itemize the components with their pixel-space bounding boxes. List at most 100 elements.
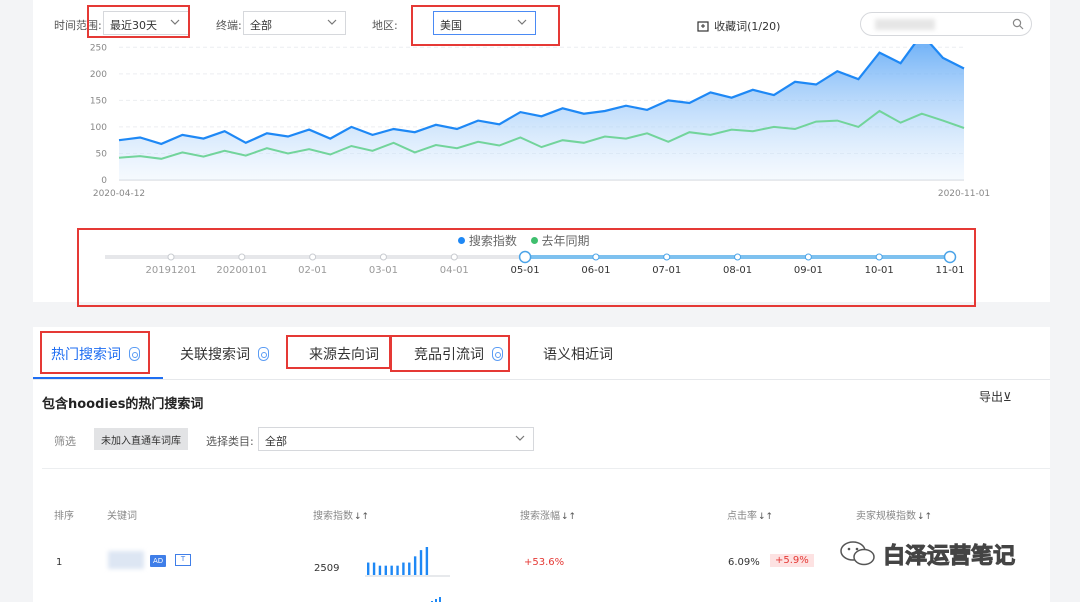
search-input[interactable] bbox=[860, 12, 1032, 36]
header-seller-scale[interactable]: 卖家规模指数↓↑ bbox=[856, 507, 932, 522]
folder-icon bbox=[697, 21, 709, 32]
tab-source-dest[interactable]: 来源去向词 bbox=[309, 344, 379, 364]
header-label: 卖家规模指数 bbox=[856, 511, 916, 522]
timeline-label: 03-01 bbox=[368, 265, 398, 276]
timeline-label: 04-01 bbox=[439, 265, 469, 276]
sparkline-bar bbox=[413, 556, 417, 575]
tab-related-search[interactable]: 关联搜索词 bbox=[180, 344, 269, 364]
y-tick-label: 200 bbox=[90, 70, 107, 80]
moneybag-icon bbox=[492, 347, 503, 361]
region-select[interactable]: 美国 bbox=[433, 11, 536, 35]
timeline-label: 08-01 bbox=[723, 265, 753, 276]
chart-legend: 搜索指数 去年同期 bbox=[458, 232, 590, 249]
header-search-index[interactable]: 搜索指数↓↑ bbox=[313, 507, 369, 522]
row-rank: 1 bbox=[56, 557, 63, 568]
category-select[interactable]: 全部 bbox=[258, 427, 534, 451]
time-range-label: 时间范围: bbox=[54, 19, 102, 32]
sort-icon: ↓↑ bbox=[917, 512, 933, 522]
time-range-value: 最近30天 bbox=[110, 19, 157, 32]
blurred-keyword bbox=[108, 551, 144, 569]
header-keyword: 关键词 bbox=[107, 511, 137, 522]
timeline-dot bbox=[592, 253, 600, 261]
trend-chart-svg: 250 200 150 100 50 0 2020-04-12 2020-11-01 bbox=[90, 32, 990, 199]
tab-label: 热门搜索词 bbox=[51, 347, 121, 363]
row-growth: +53.6% bbox=[524, 557, 565, 568]
timeline-handle bbox=[943, 250, 957, 264]
timeline-dot bbox=[379, 253, 387, 261]
timeline-dot bbox=[450, 253, 458, 261]
y-tick-label: 250 bbox=[90, 44, 107, 53]
category-value: 全部 bbox=[265, 435, 287, 448]
moneybag-icon bbox=[129, 347, 140, 361]
search-icon bbox=[1012, 18, 1024, 30]
legend-search-index[interactable]: 搜索指数 bbox=[469, 234, 517, 248]
chevron-down-icon bbox=[327, 19, 337, 25]
chevron-down-icon bbox=[517, 19, 527, 25]
tab-competitor[interactable]: 竞品引流词 bbox=[414, 344, 503, 364]
timeline-handle bbox=[518, 250, 532, 264]
x-tick-label-start: 2020-04-12 bbox=[93, 189, 145, 199]
tab-semantic[interactable]: 语义相近词 bbox=[543, 344, 613, 364]
tab-divider bbox=[33, 379, 1050, 380]
sparkline-bar bbox=[390, 565, 393, 575]
sort-icon: ↓↑ bbox=[758, 512, 774, 522]
tab-label: 关联搜索词 bbox=[180, 347, 250, 363]
ctr-change-badge: +5.9% bbox=[770, 554, 814, 567]
filter-label: 筛选 bbox=[54, 435, 76, 448]
timeline-label: 06-01 bbox=[581, 265, 611, 276]
timeline-label: 20191201 bbox=[145, 265, 197, 276]
sparkline-bar bbox=[425, 547, 429, 575]
region-label: 地区: bbox=[372, 19, 398, 32]
time-range-select[interactable]: 最近30天 bbox=[103, 11, 189, 35]
tab-label: 来源去向词 bbox=[309, 347, 379, 363]
timeline-label: 02-01 bbox=[298, 265, 328, 276]
timeline-dot bbox=[167, 253, 175, 261]
sparkline-bar bbox=[419, 550, 423, 575]
tab-label: 语义相近词 bbox=[543, 347, 613, 363]
x-tick-label-end: 2020-11-01 bbox=[938, 189, 990, 199]
legend-last-year[interactable]: 去年同期 bbox=[542, 234, 590, 248]
time-slider[interactable]: 20191201 20200101 02-01 03-01 04-01 05-01 06-0… bbox=[33, 248, 1050, 288]
timeline-dot bbox=[734, 253, 742, 261]
filter-chip-not-added[interactable]: 未加入直通车词库 bbox=[94, 428, 188, 450]
category-label: 选择类目: bbox=[206, 435, 254, 448]
region-value: 美国 bbox=[440, 19, 462, 32]
chevron-down-icon bbox=[170, 19, 180, 25]
timeline-label: 20200101 bbox=[216, 265, 268, 276]
tab-hot-search[interactable]: 热门搜索词 bbox=[51, 344, 140, 364]
timeline-dot bbox=[309, 253, 317, 261]
t-badge[interactable]: T bbox=[175, 554, 191, 566]
search-index-chart: 250 200 150 100 50 0 2020-04-12 2020-11-01 bbox=[33, 32, 1050, 204]
y-tick-label: 0 bbox=[101, 176, 107, 186]
header-growth[interactable]: 搜索涨幅↓↑ bbox=[520, 507, 576, 522]
ad-badge[interactable]: AD bbox=[150, 555, 167, 567]
sparkline-bar bbox=[408, 562, 411, 575]
terminal-select[interactable]: 全部 bbox=[243, 11, 346, 35]
sparkline-bar bbox=[367, 562, 370, 575]
sparkline-bar bbox=[378, 565, 382, 575]
watermark-text: 白泽运营笔记 bbox=[883, 544, 1016, 570]
wechat-icon bbox=[840, 541, 875, 566]
sparkline-bar bbox=[396, 565, 399, 575]
legend-dot-search bbox=[458, 237, 465, 244]
timeline-dot bbox=[804, 253, 812, 261]
favorites-label: 收藏词(1/20) bbox=[714, 20, 781, 33]
export-button[interactable]: 导出⊻ bbox=[979, 388, 1012, 405]
sparkline-bar bbox=[402, 562, 405, 575]
sort-icon: ↓↑ bbox=[561, 512, 577, 522]
watermark: 白泽运营笔记 bbox=[838, 538, 1016, 570]
next-row-sparkline bbox=[365, 592, 450, 602]
y-tick-label: 100 bbox=[90, 123, 107, 133]
header-label: 搜索涨幅 bbox=[520, 511, 560, 522]
favorites-button[interactable]: 收藏词(1/20) bbox=[697, 15, 780, 34]
timeline-label: 05-01 bbox=[510, 265, 540, 276]
header-label: 点击率 bbox=[727, 511, 757, 522]
sort-icon: ↓↑ bbox=[354, 512, 370, 522]
section-title: 包含hoodies的热门搜索词 bbox=[42, 397, 204, 412]
search-index-sparkline bbox=[365, 547, 450, 577]
legend-dot-last-year bbox=[530, 237, 538, 244]
timeline-dot bbox=[875, 253, 883, 261]
header-ctr[interactable]: 点击率↓↑ bbox=[727, 507, 773, 522]
timeline-dot bbox=[238, 253, 246, 261]
timeline-label: 07-01 bbox=[652, 265, 682, 276]
